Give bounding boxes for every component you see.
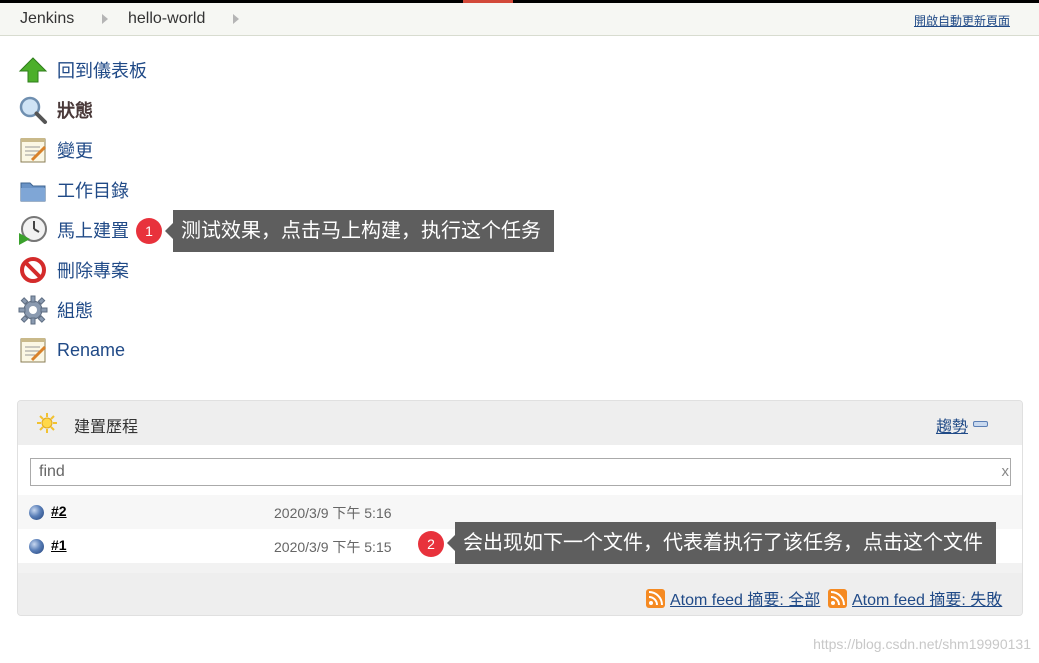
build-history-header: 建置歷程 趨勢	[18, 401, 1022, 445]
clear-search-button[interactable]: x	[1002, 463, 1010, 480]
build-status-icon	[29, 539, 44, 554]
task-label: 馬上建置	[57, 221, 129, 241]
atom-feed-all[interactable]: Atom feed 摘要: 全部	[646, 586, 820, 610]
build-number-link[interactable]: #1	[51, 537, 67, 553]
sun-icon	[37, 413, 57, 438]
gear-icon	[18, 295, 48, 325]
build-history-footer: Atom feed 摘要: 全部 Atom feed 摘要: 失敗	[18, 573, 1022, 615]
task-changes[interactable]: 變更	[18, 134, 218, 166]
task-configure[interactable]: 組態	[18, 294, 218, 326]
breadcrumb-arrow-icon[interactable]	[102, 14, 108, 24]
task-back-to-dashboard[interactable]: 回到儀表板	[18, 54, 218, 86]
task-label: 組態	[57, 301, 93, 321]
breadcrumb-arrow-icon[interactable]	[233, 14, 239, 24]
task-delete-project[interactable]: 刪除專案	[18, 254, 218, 286]
breadcrumb-jenkins[interactable]: Jenkins	[20, 10, 74, 28]
breadcrumb-hello-world[interactable]: hello-world	[128, 10, 205, 28]
task-status[interactable]: 狀態	[18, 94, 218, 126]
task-label: 變更	[57, 141, 93, 161]
task-rename[interactable]: Rename	[18, 334, 218, 366]
annotation-badge: 1	[136, 218, 162, 244]
feed-label[interactable]: Atom feed 摘要: 失敗	[852, 586, 1002, 610]
annotation-callout: 会出现如下一个文件，代表着执行了该任务，点击这个文件	[447, 522, 996, 564]
atom-feed-failed[interactable]: Atom feed 摘要: 失敗	[828, 586, 1002, 610]
build-number-link[interactable]: #2	[51, 503, 67, 519]
collapse-icon[interactable]	[973, 421, 988, 427]
clock-play-icon	[18, 215, 48, 245]
task-label: 回到儀表板	[57, 61, 147, 81]
magnifier-icon	[18, 95, 48, 125]
up-arrow-icon	[18, 55, 48, 85]
notepad-icon	[18, 335, 48, 365]
notepad-icon	[18, 135, 48, 165]
build-search-input[interactable]	[30, 458, 1011, 486]
build-status-icon	[29, 505, 44, 520]
feed-label[interactable]: Atom feed 摘要: 全部	[670, 586, 820, 610]
build-date: 2020/3/9 下午 5:15	[274, 539, 392, 555]
no-entry-icon	[18, 255, 48, 285]
trend-link[interactable]: 趨勢	[936, 413, 968, 437]
annotation-badge: 2	[418, 531, 444, 557]
task-label: 狀態	[57, 101, 93, 121]
rss-icon	[828, 588, 847, 608]
auto-refresh-link[interactable]: 開啟自動更新頁面	[914, 12, 1010, 29]
build-history-panel: 建置歷程 趨勢 x #2 2020/3/9 下午 5:16 #1 2020/3/…	[17, 400, 1023, 616]
rss-icon	[646, 588, 665, 608]
build-date: 2020/3/9 下午 5:16	[274, 505, 392, 521]
task-label: 工作目錄	[57, 181, 129, 201]
annotation-callout: 测试效果，点击马上构建，执行这个任务	[165, 210, 554, 252]
breadcrumb: Jenkins hello-world 開啟自動更新頁面	[0, 3, 1039, 36]
folder-icon	[18, 175, 48, 205]
search-area: x	[18, 445, 1022, 495]
watermark: https://blog.csdn.net/shm19990131	[813, 636, 1031, 652]
build-history-title: 建置歷程	[74, 419, 139, 436]
task-label: 刪除專案	[57, 261, 129, 281]
task-label: Rename	[57, 339, 126, 360]
task-workspace[interactable]: 工作目錄	[18, 174, 218, 206]
